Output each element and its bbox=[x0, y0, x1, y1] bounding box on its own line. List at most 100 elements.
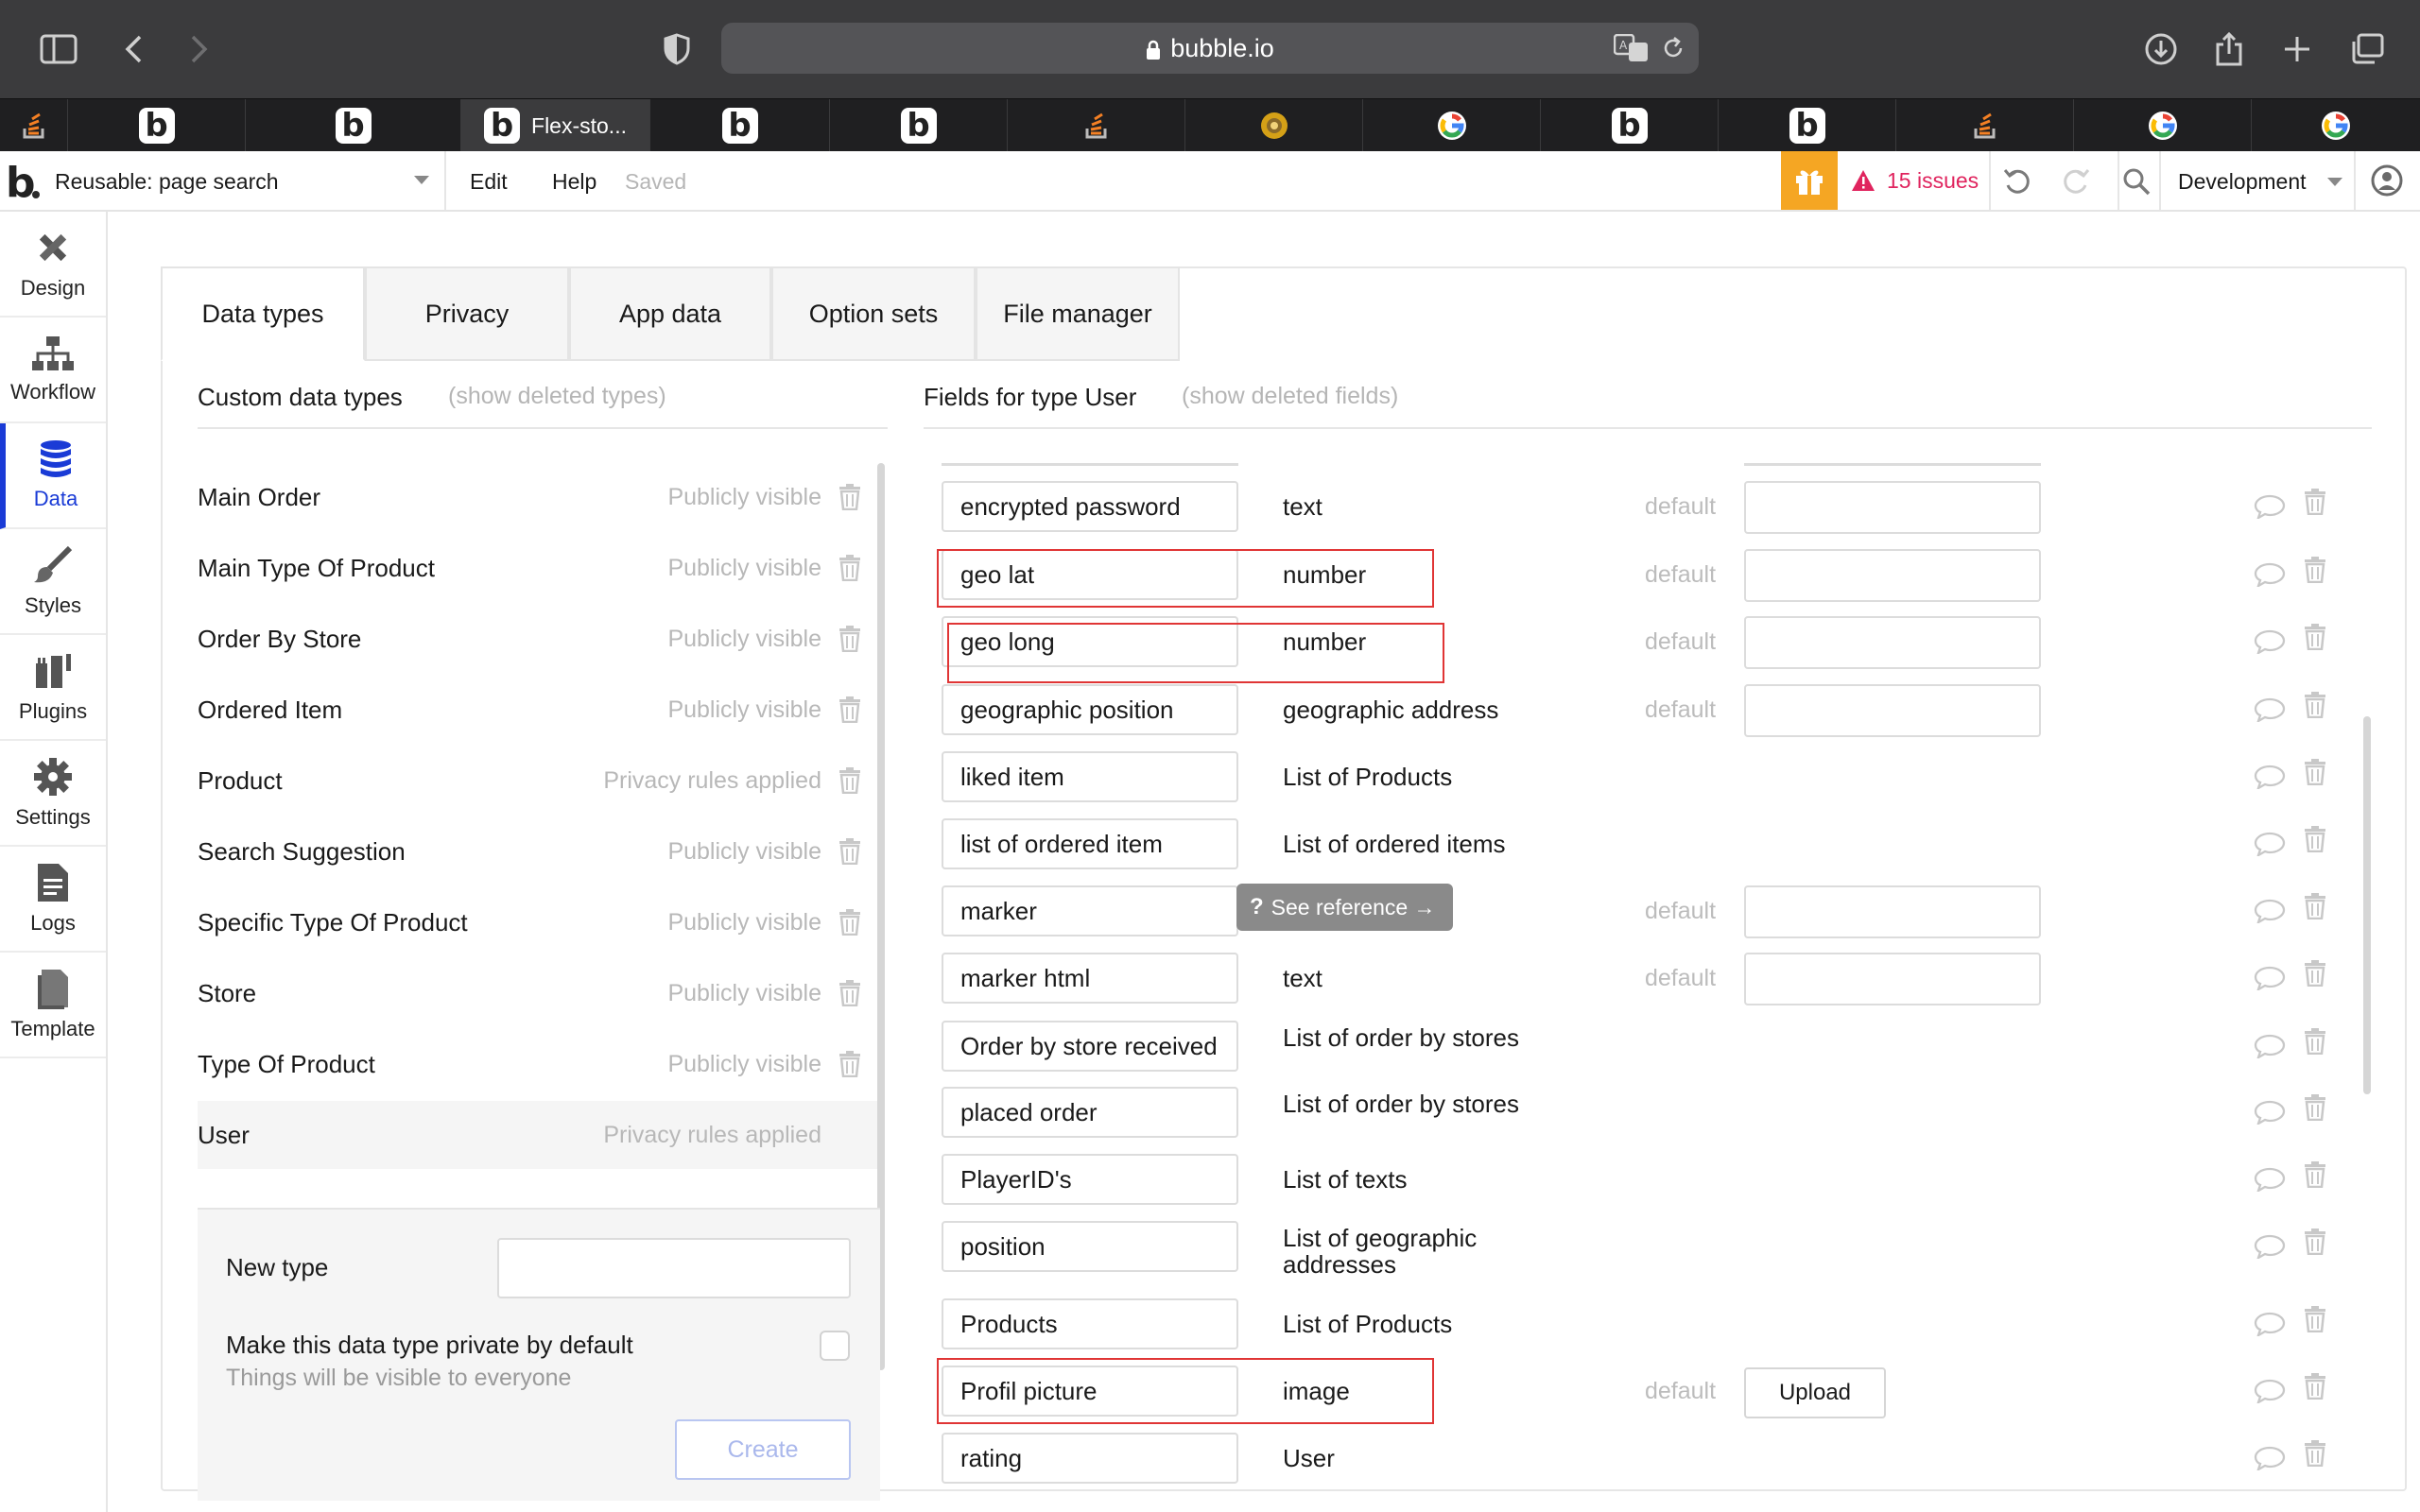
comment-icon[interactable] bbox=[2254, 899, 2286, 923]
tab-data-types[interactable]: Data types bbox=[161, 266, 365, 361]
sidebar-toggle-icon[interactable] bbox=[38, 28, 79, 70]
type-row[interactable]: Order By Store Publicly visible bbox=[198, 605, 878, 673]
field-name-input[interactable]: rating bbox=[942, 1433, 1238, 1484]
type-row[interactable]: Main Type Of Product Publicly visible bbox=[198, 534, 878, 602]
comment-icon[interactable] bbox=[2254, 562, 2286, 587]
tab-file-manager[interactable]: File manager bbox=[976, 266, 1180, 361]
field-type[interactable]: geographic address bbox=[1283, 696, 1529, 723]
trash-icon[interactable] bbox=[2304, 960, 2326, 987]
comment-icon[interactable] bbox=[2254, 1379, 2286, 1403]
help-menu[interactable]: Help bbox=[552, 151, 596, 212]
field-type[interactable]: List of order by stores bbox=[1283, 1024, 1529, 1051]
trash-icon[interactable] bbox=[838, 909, 861, 936]
type-row[interactable]: Store Publicly visible bbox=[198, 959, 878, 1027]
trash-icon[interactable] bbox=[838, 696, 861, 723]
browser-tab-6[interactable]: b bbox=[830, 99, 1008, 152]
browser-tab-11[interactable]: b bbox=[1719, 99, 1896, 152]
type-row[interactable]: Main Order Publicly visible bbox=[198, 463, 878, 531]
reload-icon[interactable] bbox=[1661, 36, 1685, 60]
undo-icon[interactable] bbox=[2002, 166, 2032, 197]
shield-icon[interactable] bbox=[656, 28, 698, 70]
nav-settings[interactable]: Settings bbox=[0, 741, 106, 847]
browser-tab-3[interactable]: b bbox=[246, 99, 461, 152]
comment-icon[interactable] bbox=[2254, 494, 2286, 519]
default-value-input[interactable] bbox=[1744, 549, 2041, 602]
field-name-input[interactable]: placed order bbox=[942, 1087, 1238, 1138]
comment-icon[interactable] bbox=[2254, 697, 2286, 722]
type-row[interactable]: Ordered Item Publicly visible bbox=[198, 676, 878, 744]
nav-workflow[interactable]: Workflow bbox=[0, 318, 106, 423]
forward-icon[interactable] bbox=[178, 28, 219, 70]
nav-styles[interactable]: Styles bbox=[0, 529, 106, 635]
default-value-input[interactable] bbox=[1744, 481, 2041, 534]
field-type[interactable]: List of texts bbox=[1283, 1166, 1529, 1193]
field-name-input[interactable]: PlayerID's bbox=[942, 1154, 1238, 1205]
trash-icon[interactable] bbox=[2304, 1228, 2326, 1255]
environment-dropdown[interactable]: Development bbox=[2163, 151, 2356, 210]
show-deleted-fields-link[interactable]: (show deleted fields) bbox=[1182, 383, 1398, 410]
field-type[interactable]: text bbox=[1283, 965, 1529, 991]
trash-icon[interactable] bbox=[2304, 692, 2326, 718]
show-deleted-types-link[interactable]: (show deleted types) bbox=[448, 383, 666, 410]
translate-icon[interactable]: A bbox=[1614, 34, 1650, 62]
default-value-input[interactable] bbox=[1744, 684, 2041, 737]
browser-tab-8[interactable] bbox=[1185, 99, 1363, 152]
default-value-input[interactable] bbox=[1744, 885, 2041, 938]
trash-icon[interactable] bbox=[838, 484, 861, 510]
nav-data[interactable]: Data bbox=[0, 423, 106, 529]
field-type[interactable]: text bbox=[1283, 493, 1529, 520]
tab-overview-icon[interactable] bbox=[2346, 28, 2388, 70]
trash-icon[interactable] bbox=[2304, 489, 2326, 515]
type-visibility[interactable]: Privacy rules applied bbox=[603, 747, 821, 815]
field-name-input[interactable]: marker bbox=[942, 885, 1238, 936]
type-row[interactable]: User Privacy rules applied bbox=[198, 1101, 878, 1169]
trash-icon[interactable] bbox=[838, 980, 861, 1006]
type-visibility[interactable]: Publicly visible bbox=[667, 959, 821, 1027]
field-name-input[interactable]: marker html bbox=[942, 953, 1238, 1004]
browser-tab-active[interactable]: b Flex-sto... bbox=[461, 99, 650, 152]
trash-icon[interactable] bbox=[2304, 1161, 2326, 1188]
comment-icon[interactable] bbox=[2254, 832, 2286, 856]
type-row[interactable]: Search Suggestion Publicly visible bbox=[198, 817, 878, 885]
trash-icon[interactable] bbox=[838, 838, 861, 865]
comment-icon[interactable] bbox=[2254, 1446, 2286, 1470]
type-visibility[interactable]: Publicly visible bbox=[667, 463, 821, 531]
new-type-input[interactable] bbox=[497, 1238, 851, 1298]
comment-icon[interactable] bbox=[2254, 1167, 2286, 1192]
private-default-checkbox[interactable] bbox=[820, 1331, 850, 1361]
browser-tab-12[interactable] bbox=[1896, 99, 2074, 152]
share-icon[interactable] bbox=[2208, 28, 2250, 70]
create-type-button[interactable]: Create bbox=[675, 1419, 851, 1480]
new-tab-icon[interactable] bbox=[2276, 28, 2318, 70]
browser-tab-1[interactable] bbox=[0, 99, 68, 152]
comment-icon[interactable] bbox=[2254, 966, 2286, 990]
type-visibility[interactable]: Privacy rules applied bbox=[603, 1101, 821, 1169]
trash-icon[interactable] bbox=[2304, 624, 2326, 650]
edit-menu[interactable]: Edit bbox=[470, 151, 508, 212]
tab-app-data[interactable]: App data bbox=[569, 266, 771, 361]
trash-icon[interactable] bbox=[2304, 826, 2326, 852]
browser-tab-7[interactable] bbox=[1008, 99, 1185, 152]
browser-tab-5[interactable]: b bbox=[650, 99, 830, 152]
browser-tab-10[interactable]: b bbox=[1541, 99, 1719, 152]
comment-icon[interactable] bbox=[2254, 1034, 2286, 1058]
nav-design[interactable]: Design bbox=[0, 212, 106, 318]
back-icon[interactable] bbox=[113, 28, 155, 70]
type-row[interactable]: Specific Type Of Product Publicly visible bbox=[198, 888, 878, 956]
user-avatar-icon[interactable] bbox=[2371, 164, 2403, 197]
type-visibility[interactable]: Publicly visible bbox=[667, 605, 821, 673]
field-type[interactable]: List of order by stores bbox=[1283, 1091, 1529, 1117]
type-visibility[interactable]: Publicly visible bbox=[667, 1030, 821, 1098]
field-type[interactable]: List of Products bbox=[1283, 1311, 1529, 1337]
type-visibility[interactable]: Publicly visible bbox=[667, 676, 821, 744]
trash-icon[interactable] bbox=[2304, 1306, 2326, 1332]
field-type[interactable]: List of ordered items bbox=[1283, 831, 1529, 857]
nav-logs[interactable]: Logs bbox=[0, 847, 106, 953]
trash-icon[interactable] bbox=[838, 1051, 861, 1077]
comment-icon[interactable] bbox=[2254, 1234, 2286, 1259]
trash-icon[interactable] bbox=[2304, 759, 2326, 785]
type-visibility[interactable]: Publicly visible bbox=[667, 817, 821, 885]
browser-tab-9[interactable] bbox=[1363, 99, 1541, 152]
trash-icon[interactable] bbox=[2304, 1373, 2326, 1400]
field-name-input[interactable]: Order by store received bbox=[942, 1021, 1238, 1072]
